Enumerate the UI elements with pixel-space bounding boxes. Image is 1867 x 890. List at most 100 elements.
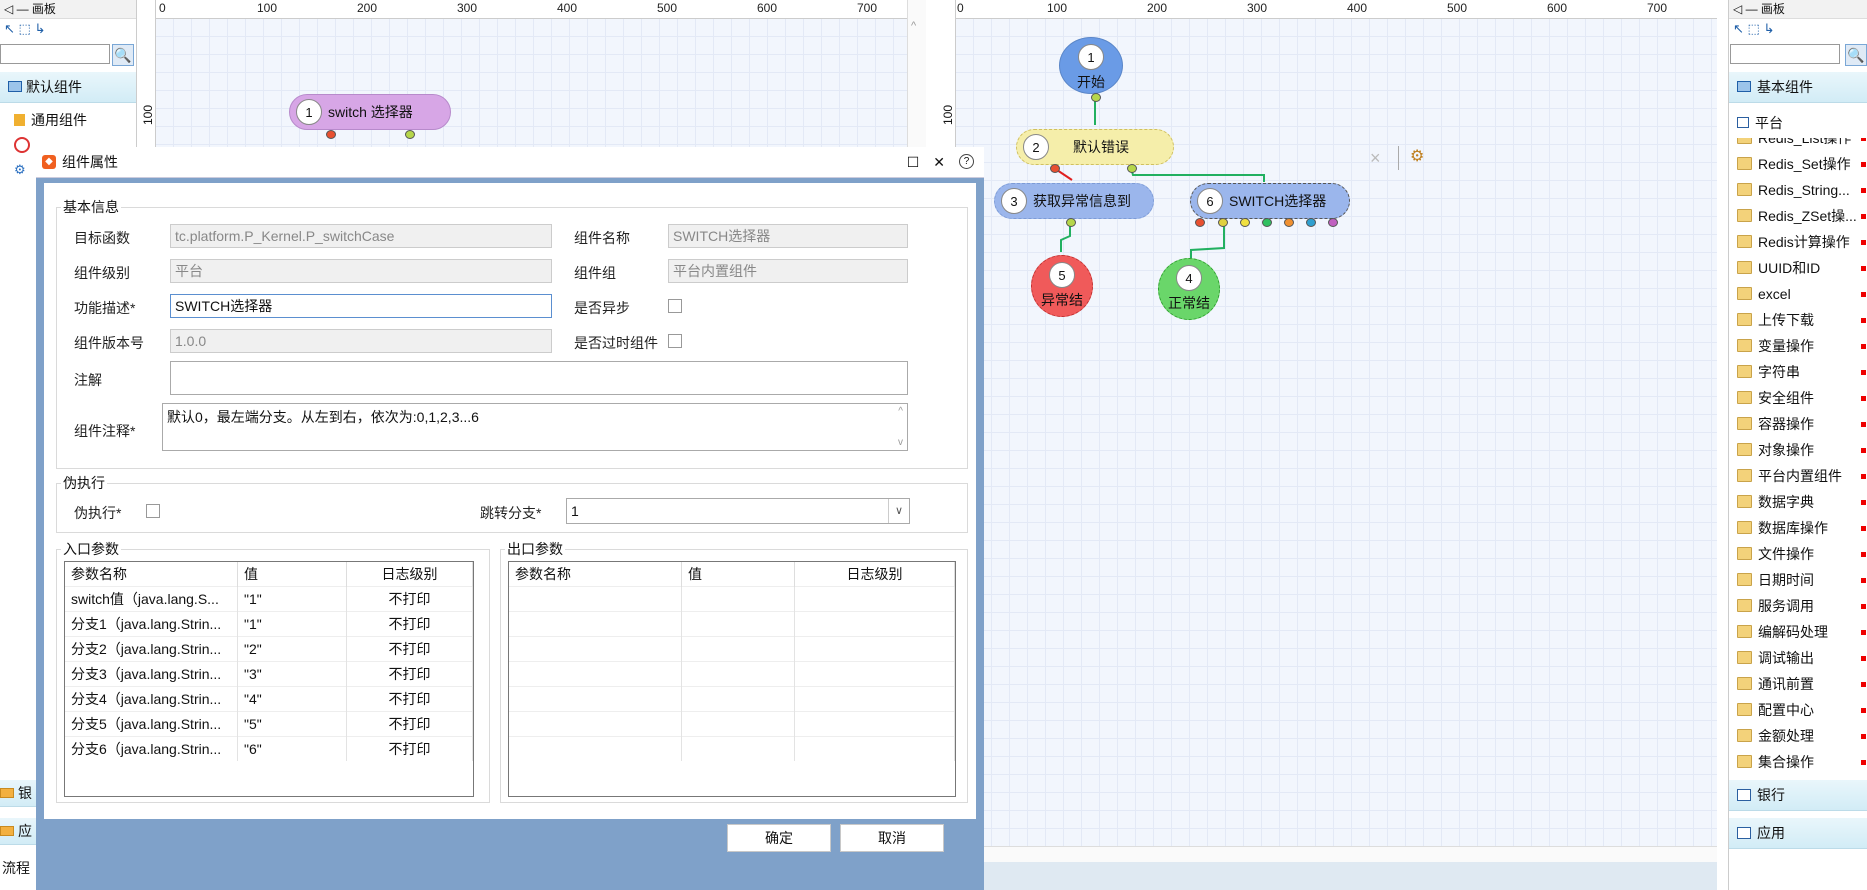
help-icon[interactable]: ? <box>959 153 974 169</box>
right-category-basic[interactable]: 基本组件 <box>1729 72 1867 103</box>
node-normal-end[interactable]: 4 正常结 <box>1158 258 1220 320</box>
port-branch-4[interactable] <box>1284 218 1294 227</box>
left-item-common[interactable]: 通用组件 <box>14 110 87 130</box>
palette-item[interactable]: Redis_Set操作 <box>1729 151 1867 177</box>
param-value-cell[interactable]: "6" <box>237 736 347 761</box>
comp-name-field[interactable]: SWITCH选择器 <box>668 224 908 248</box>
palette-item[interactable]: 日期时间 <box>1729 567 1867 593</box>
chevron-down-icon[interactable]: ∨ <box>888 499 909 523</box>
param-log-cell[interactable]: 不打印 <box>346 661 473 687</box>
port-branch-6[interactable] <box>1328 218 1338 227</box>
port-branch-1[interactable] <box>1218 218 1228 227</box>
in-header-name[interactable]: 参数名称 <box>65 562 238 587</box>
select-icon[interactable]: ⬚ <box>1748 21 1760 36</box>
note-input[interactable] <box>170 361 908 395</box>
mock-checkbox[interactable] <box>146 504 160 518</box>
out-header-name[interactable]: 参数名称 <box>509 562 682 587</box>
ok-button[interactable]: 确定 <box>727 824 831 852</box>
scroll-down-icon[interactable]: v <box>898 437 903 448</box>
left-category-default[interactable]: 默认组件 <box>0 72 136 103</box>
palette-item[interactable]: 金额处理 <box>1729 723 1867 749</box>
out-header-log[interactable]: 日志级别 <box>794 562 955 587</box>
cancel-button[interactable]: 取消 <box>840 824 944 852</box>
left-node-switch[interactable]: 1 switch 选择器 <box>289 94 451 130</box>
table-row[interactable]: 分支1（java.lang.Strin... "1" 不打印 <box>65 611 473 637</box>
palette-item[interactable]: 平台内置组件 <box>1729 463 1867 489</box>
node-switch-selector[interactable]: 6 SWITCH选择器 <box>1190 183 1350 219</box>
port-start-out[interactable] <box>1091 93 1101 102</box>
version-field[interactable]: 1.0.0 <box>170 329 552 353</box>
node-start[interactable]: 1 开始 <box>1059 37 1123 94</box>
param-log-cell[interactable]: 不打印 <box>346 686 473 712</box>
func-desc-input[interactable]: SWITCH选择器 <box>170 294 552 318</box>
param-name-cell[interactable]: 分支6（java.lang.Strin... <box>65 736 238 761</box>
param-log-cell[interactable]: 不打印 <box>346 586 473 612</box>
deprecated-checkbox[interactable] <box>668 334 682 348</box>
scroll-up-icon[interactable]: ^ <box>911 20 916 32</box>
param-name-cell[interactable]: 分支4（java.lang.Strin... <box>65 686 238 712</box>
param-log-cell[interactable]: 不打印 <box>346 636 473 662</box>
right-search-button[interactable]: 🔍 <box>1845 44 1867 66</box>
param-name-cell[interactable]: 分支1（java.lang.Strin... <box>65 611 238 637</box>
palette-item[interactable]: 调试输出 <box>1729 645 1867 671</box>
param-value-cell[interactable]: "1" <box>237 586 347 612</box>
palette-item[interactable]: excel <box>1729 281 1867 307</box>
table-row[interactable]: switch值（java.lang.S... "1" 不打印 <box>65 586 473 612</box>
port-branch-2[interactable] <box>1240 218 1250 227</box>
param-name-cell[interactable]: 分支3（java.lang.Strin... <box>65 661 238 687</box>
port-ok[interactable] <box>1127 164 1137 173</box>
port-branch-5[interactable] <box>1306 218 1316 227</box>
in-header-value[interactable]: 值 <box>237 562 347 587</box>
table-row[interactable]: 分支4（java.lang.Strin... "4" 不打印 <box>65 686 473 712</box>
palette-item[interactable]: Redis计算操作 <box>1729 229 1867 255</box>
table-row[interactable]: 分支2（java.lang.Strin... "2" 不打印 <box>65 636 473 662</box>
palette-item[interactable]: Redis_ZSet操... <box>1729 203 1867 229</box>
param-value-cell[interactable]: "2" <box>237 636 347 662</box>
left-category-bank[interactable]: 银 <box>0 780 36 807</box>
table-row[interactable]: 分支6（java.lang.Strin... "6" 不打印 <box>65 736 473 761</box>
param-log-cell[interactable]: 不打印 <box>346 711 473 737</box>
palette-item[interactable]: 字符串 <box>1729 359 1867 385</box>
properties-gear-icon[interactable]: ⚙ <box>1410 146 1424 166</box>
comp-group-field[interactable]: 平台内置组件 <box>668 259 908 283</box>
pointer-icon[interactable]: ↖ <box>4 21 15 36</box>
left-item-icon-red[interactable] <box>14 137 30 153</box>
param-value-cell[interactable]: "5" <box>237 711 347 737</box>
async-checkbox[interactable] <box>668 299 682 313</box>
palette-item[interactable]: 安全组件 <box>1729 385 1867 411</box>
left-search-input[interactable] <box>0 44 110 64</box>
comment-textarea[interactable]: 默认0，最左端分支。从左到右，依次为:0,1,2,3...6 ^ v <box>162 403 908 451</box>
palette-item[interactable]: 服务调用 <box>1729 593 1867 619</box>
out-header-value[interactable]: 值 <box>681 562 795 587</box>
port-error[interactable] <box>326 130 336 139</box>
param-name-cell[interactable]: 分支5（java.lang.Strin... <box>65 711 238 737</box>
palette-item[interactable]: 文件操作 <box>1729 541 1867 567</box>
palette-item[interactable]: 通讯前置 <box>1729 671 1867 697</box>
param-name-cell[interactable]: switch值（java.lang.S... <box>65 586 238 612</box>
right-search-input[interactable] <box>1730 44 1840 64</box>
connect-icon[interactable]: ↳ <box>1763 21 1774 36</box>
dialog-title-bar[interactable]: ◆ 组件属性 ☐ ✕ ? <box>36 147 984 178</box>
palette-item[interactable]: 编解码处理 <box>1729 619 1867 645</box>
select-icon[interactable]: ⬚ <box>19 21 31 36</box>
left-item-flow[interactable]: 流程 <box>2 858 30 878</box>
left-item-icon-blue[interactable]: ⚙ <box>14 162 26 178</box>
right-category-bank[interactable]: 银行 <box>1729 780 1867 811</box>
right-category-platform[interactable]: 平台 <box>1729 110 1860 136</box>
close-icon[interactable]: × <box>1370 148 1381 169</box>
palette-item[interactable]: 上传下载 <box>1729 307 1867 333</box>
palette-item[interactable]: 数据字典 <box>1729 489 1867 515</box>
param-log-cell[interactable]: 不打印 <box>346 611 473 637</box>
in-header-log[interactable]: 日志级别 <box>346 562 473 587</box>
table-row[interactable]: 分支3（java.lang.Strin... "3" 不打印 <box>65 661 473 687</box>
param-value-cell[interactable]: "3" <box>237 661 347 687</box>
scroll-up-icon[interactable]: ^ <box>898 406 903 417</box>
port-branch-3[interactable] <box>1262 218 1272 227</box>
port-error[interactable] <box>1050 164 1060 173</box>
palette-item[interactable]: 配置中心 <box>1729 697 1867 723</box>
branch-select[interactable]: 1 ∨ <box>566 498 910 524</box>
left-search-button[interactable]: 🔍 <box>112 44 134 66</box>
comp-level-field[interactable]: 平台 <box>170 259 552 283</box>
port-ok[interactable] <box>1066 218 1076 227</box>
param-value-cell[interactable]: "4" <box>237 686 347 712</box>
